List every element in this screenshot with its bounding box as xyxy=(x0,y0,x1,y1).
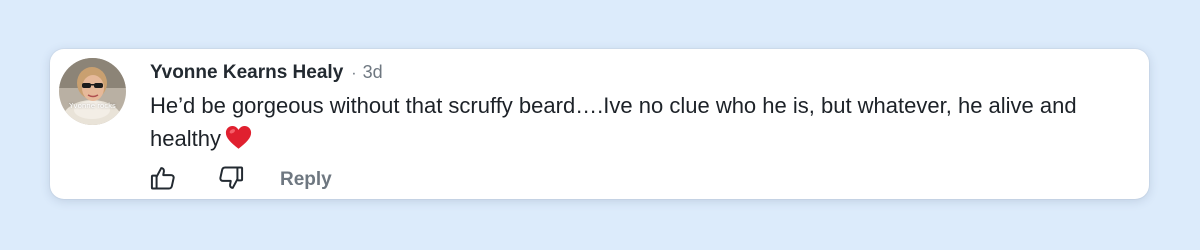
thumbs-down-icon xyxy=(217,164,245,197)
thumbs-up-icon xyxy=(149,164,177,197)
comment-card: Yvonne rocks Yvonne Kearns Healy · 3d He… xyxy=(50,49,1149,199)
comment-age: 3d xyxy=(362,62,383,82)
avatar-photo xyxy=(59,58,126,125)
avatar[interactable]: Yvonne rocks xyxy=(59,58,126,125)
comment-text: He’d be gorgeous without that scruffy be… xyxy=(150,93,1077,151)
heart-icon xyxy=(225,125,252,159)
comment-body: He’d be gorgeous without that scruffy be… xyxy=(150,89,1140,159)
like-button[interactable] xyxy=(148,165,178,195)
reply-button[interactable]: Reply xyxy=(280,169,332,191)
comment-actions: Reply xyxy=(148,165,332,195)
dislike-button[interactable] xyxy=(216,165,246,195)
header-separator: · xyxy=(351,65,357,82)
comment-header: Yvonne Kearns Healy · 3d xyxy=(150,62,383,84)
avatar-caption: Yvonne rocks xyxy=(69,102,116,110)
author-name[interactable]: Yvonne Kearns Healy xyxy=(150,62,343,84)
